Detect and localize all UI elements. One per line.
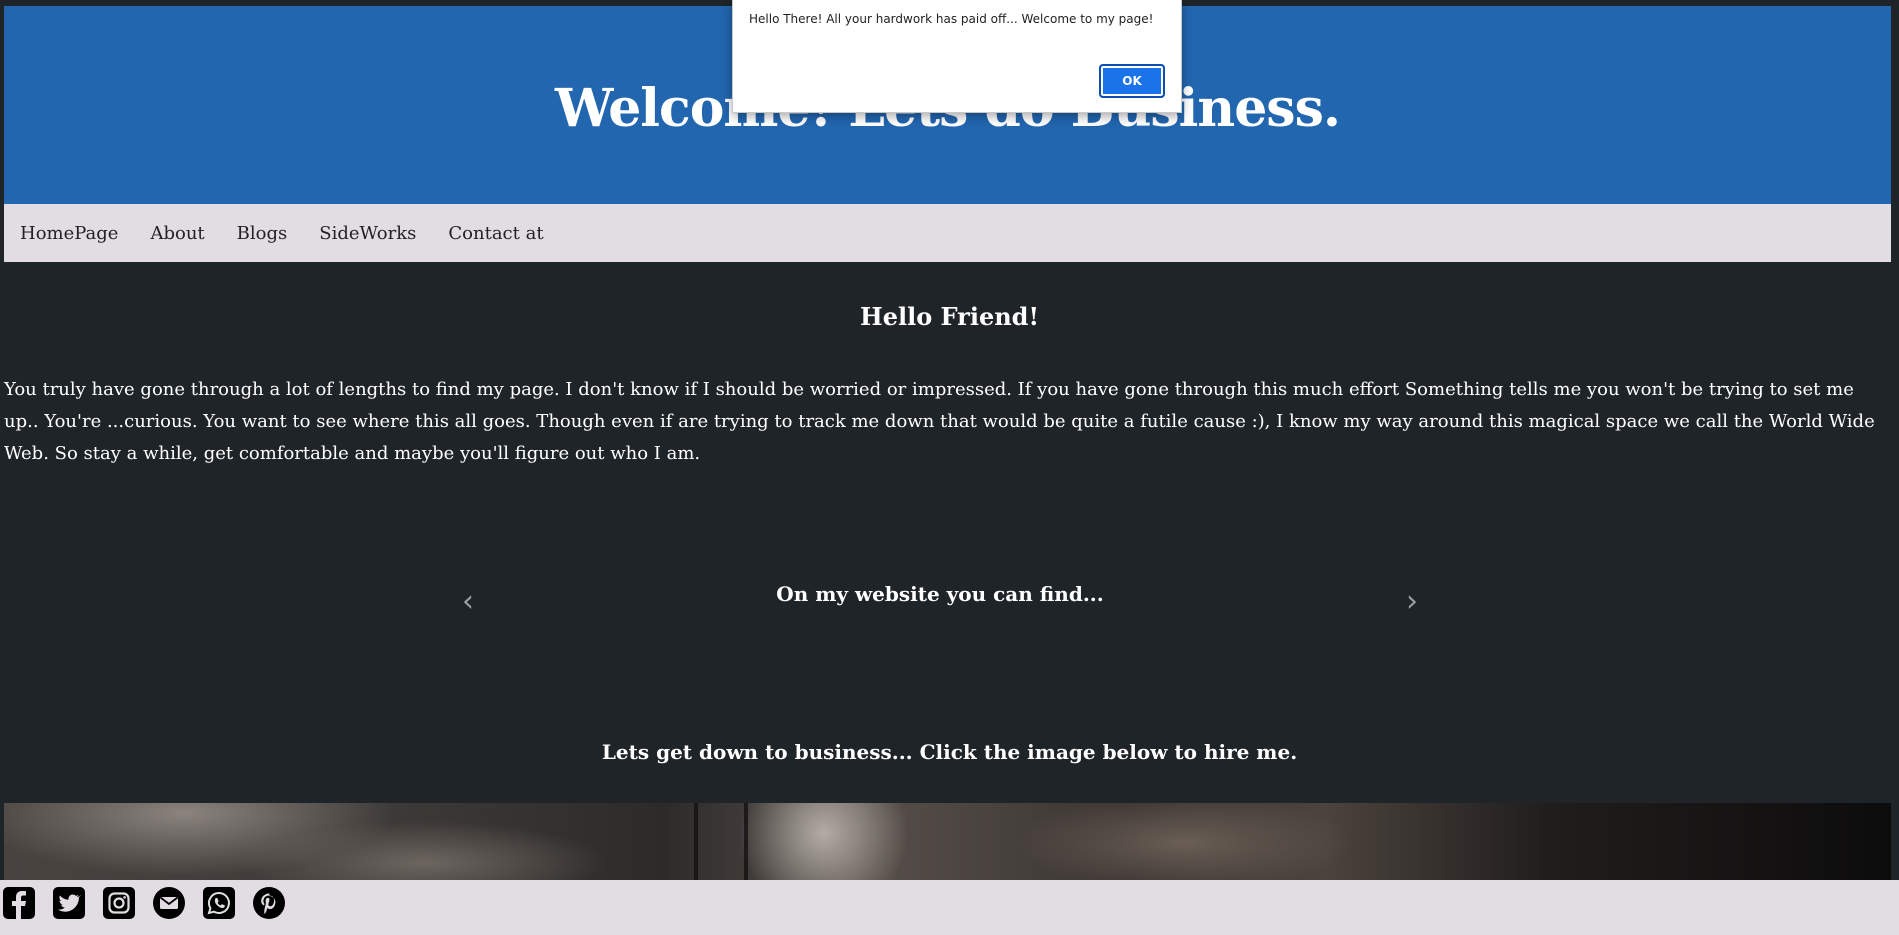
carousel: ‹ On my website you can find... › (440, 570, 1440, 640)
hire-heading: Lets get down to business... Click the i… (601, 740, 1298, 764)
instagram-icon[interactable] (100, 884, 138, 922)
facebook-icon[interactable] (0, 884, 38, 922)
nav-item-sideworks[interactable]: SideWorks (319, 223, 416, 244)
main-nav: HomePage About Blogs SideWorks Contact a… (4, 204, 1891, 262)
greeting-heading: Hello Friend! (860, 302, 1039, 331)
footer (0, 880, 1899, 935)
alert-ok-button[interactable]: OK (1099, 64, 1165, 98)
pinterest-icon[interactable] (250, 884, 288, 922)
intro-paragraph: You truly have gone through a lot of len… (4, 379, 1875, 464)
nav-item-blogs[interactable]: Blogs (237, 223, 288, 244)
alert-dialog: Hello There! All your hardwork has paid … (732, 0, 1182, 113)
image-detail (694, 803, 698, 883)
nav-item-contact[interactable]: Contact at (448, 223, 543, 244)
nav-item-homepage[interactable]: HomePage (20, 223, 118, 244)
email-icon[interactable] (150, 884, 188, 922)
image-detail (744, 803, 748, 883)
twitter-icon[interactable] (50, 884, 88, 922)
whatsapp-icon[interactable] (200, 884, 238, 922)
alert-message: Hello There! All your hardwork has paid … (749, 12, 1154, 26)
hire-me-image[interactable] (4, 803, 1891, 883)
social-links (0, 884, 300, 922)
carousel-caption: On my website you can find... (776, 582, 1104, 606)
nav-item-about[interactable]: About (150, 223, 204, 244)
carousel-next-button[interactable]: › (1406, 584, 1418, 619)
